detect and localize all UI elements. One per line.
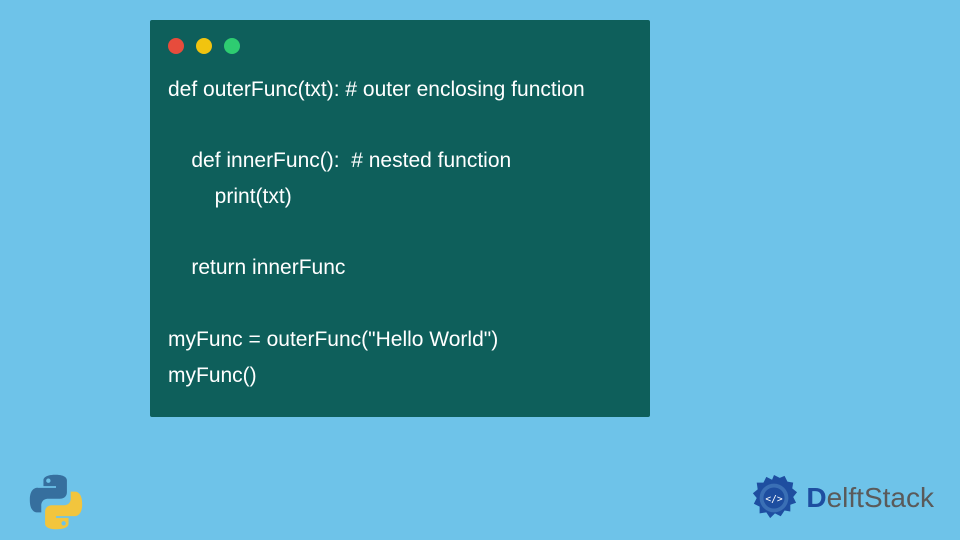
brand-logo: </> DelftStack bbox=[750, 474, 934, 522]
code-content: def outerFunc(txt): # outer enclosing fu… bbox=[168, 72, 632, 393]
delft-gear-badge-icon: </> bbox=[750, 474, 798, 522]
close-icon bbox=[168, 38, 184, 54]
code-line: myFunc() bbox=[168, 364, 257, 387]
code-block: def outerFunc(txt): # outer enclosing fu… bbox=[150, 20, 650, 417]
brand-prefix: D bbox=[806, 482, 826, 513]
code-line: return innerFunc bbox=[168, 256, 345, 279]
window-controls bbox=[168, 38, 632, 54]
svg-text:</>: </> bbox=[766, 494, 784, 505]
python-logo-icon bbox=[26, 472, 86, 532]
code-line: def outerFunc(txt): # outer enclosing fu… bbox=[168, 78, 585, 101]
brand-text: DelftStack bbox=[806, 482, 934, 514]
code-line: print(txt) bbox=[168, 185, 292, 208]
maximize-icon bbox=[224, 38, 240, 54]
code-line: myFunc = outerFunc("Hello World") bbox=[168, 328, 498, 351]
minimize-icon bbox=[196, 38, 212, 54]
code-line: def innerFunc(): # nested function bbox=[168, 149, 511, 172]
brand-rest: elftStack bbox=[827, 482, 934, 513]
